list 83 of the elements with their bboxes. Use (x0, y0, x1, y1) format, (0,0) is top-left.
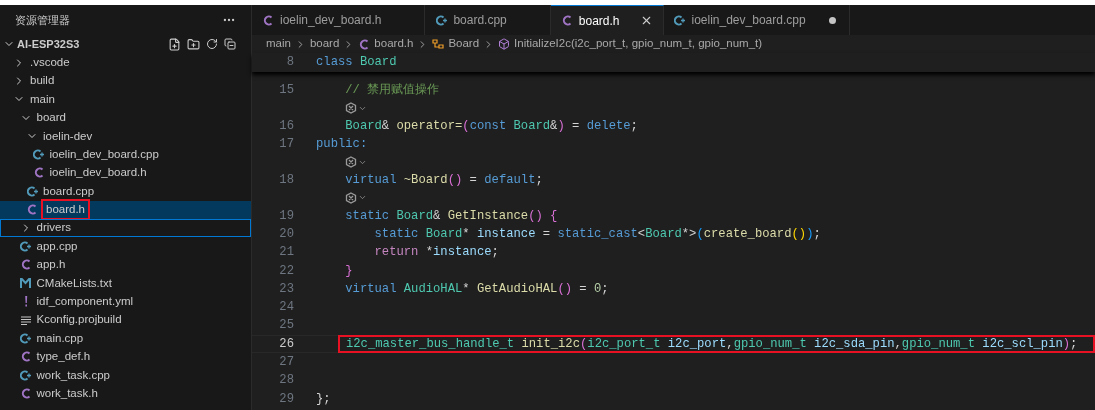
editor-tab[interactable]: board.cpp (425, 5, 551, 35)
code-line: virtual AudioHAL* GetAudioHAL() = 0; (344, 280, 609, 298)
line-number: 16 (278, 117, 294, 135)
line-number: 18 (278, 171, 294, 189)
code-line: static Board& GetInstance() { (344, 207, 558, 225)
line-number: 27 (278, 354, 294, 372)
editor-tab[interactable]: board.h (550, 5, 664, 35)
line-number: 22 (278, 262, 294, 280)
line-number: 20 (278, 226, 294, 243)
collapse-icon[interactable] (224, 38, 236, 51)
folder-item[interactable]: board (0, 108, 251, 127)
line-number: 15 (278, 82, 294, 99)
folder-item[interactable]: drivers (0, 218, 251, 238)
breadcrumb-item[interactable]: main (266, 35, 291, 53)
c-header-icon (262, 14, 274, 26)
cpp-file-icon (435, 14, 448, 26)
editor-tab[interactable]: ioelin_dev_board.cpp (663, 5, 850, 35)
c-header-icon (358, 38, 371, 50)
refresh-icon[interactable] (206, 38, 218, 51)
code-line: } (344, 262, 353, 280)
line-number: 25 (278, 317, 294, 335)
cpp-file-icon (32, 149, 45, 161)
file-item[interactable]: board.h (0, 200, 251, 219)
breadcrumb-item[interactable]: InitializeI2c(i2c_port_t, gpio_num_t, gpio_num_t) (514, 35, 763, 53)
line-number: 21 (278, 244, 294, 262)
codelens-icon[interactable] (345, 156, 367, 169)
codelens-icon[interactable] (345, 191, 367, 204)
file-item[interactable]: app.h (0, 255, 251, 275)
cube-icon (498, 38, 511, 50)
new-file-icon[interactable] (168, 37, 181, 51)
code-line: static Board* instance = static_cast<Board*>(create_board()); (373, 226, 821, 243)
new-folder-icon[interactable] (187, 37, 200, 51)
file-item[interactable]: work_task.cpp (0, 366, 251, 385)
file-item[interactable]: idf_component.yml (0, 292, 251, 311)
explorer-title: 资源管理器 (15, 12, 70, 28)
c-header-icon (19, 351, 32, 363)
code-line: Board& operator=(const Board&) = delete; (344, 117, 638, 135)
cpp-file-icon (19, 369, 32, 381)
folder-item[interactable]: main (0, 90, 251, 109)
file-item[interactable]: ioelin_dev_board.h (0, 163, 251, 183)
file-item[interactable]: board.cpp (0, 182, 251, 201)
editor-tab[interactable]: ioelin_dev_board.h (252, 5, 426, 35)
c-header-icon (19, 259, 32, 271)
line-number: 23 (278, 280, 294, 298)
m-file-icon (19, 278, 32, 289)
code-line: public: (316, 136, 368, 154)
folder-item[interactable]: .vscode (0, 53, 251, 72)
line-number: 8 (285, 54, 294, 72)
line-number: 19 (278, 207, 294, 225)
code-line: }; (316, 390, 331, 408)
sticky-code-line: class Board (316, 54, 397, 72)
folder-item[interactable]: ioelin-dev (0, 126, 251, 146)
line-number: 24 (278, 299, 294, 317)
cpp-file-icon (19, 332, 32, 344)
breadcrumb-item[interactable]: Board (448, 35, 480, 53)
text-file-icon (19, 315, 32, 325)
breadcrumb-item[interactable]: board (309, 35, 340, 53)
c-header-icon (26, 204, 38, 216)
class-icon (432, 38, 445, 50)
file-item[interactable]: app.cpp (0, 237, 251, 256)
c-header-icon (560, 15, 573, 26)
line-number: 26 (278, 335, 294, 353)
file-item[interactable]: type_def.h (0, 347, 251, 367)
line-number: 17 (278, 136, 294, 154)
file-item[interactable]: Kconfig.projbuild (0, 310, 251, 330)
line-number: 28 (278, 372, 294, 390)
file-item[interactable]: ioelin_dev_board.cpp (0, 145, 251, 164)
cpp-file-icon (26, 185, 38, 197)
cpp-file-icon (673, 14, 686, 26)
cpp-file-icon (19, 241, 32, 252)
project-header[interactable]: AI-ESP32S3 (3, 35, 80, 53)
code-line: return *instance; (373, 244, 499, 262)
file-item[interactable]: main.cpp (0, 329, 251, 348)
c-header-icon (32, 167, 45, 179)
code-line: virtual ~Board() = default; (344, 171, 543, 189)
c-header-icon (19, 388, 32, 400)
code-line: // 禁用赋值操作 (344, 82, 440, 99)
file-item[interactable]: work_task.h (0, 384, 251, 403)
breadcrumb-item[interactable]: board.h (374, 35, 414, 53)
line-number: 29 (278, 390, 294, 408)
codelens-icon[interactable] (345, 102, 367, 115)
folder-item[interactable]: build (0, 71, 251, 91)
file-item[interactable]: CMakeLists.txt (0, 274, 251, 293)
